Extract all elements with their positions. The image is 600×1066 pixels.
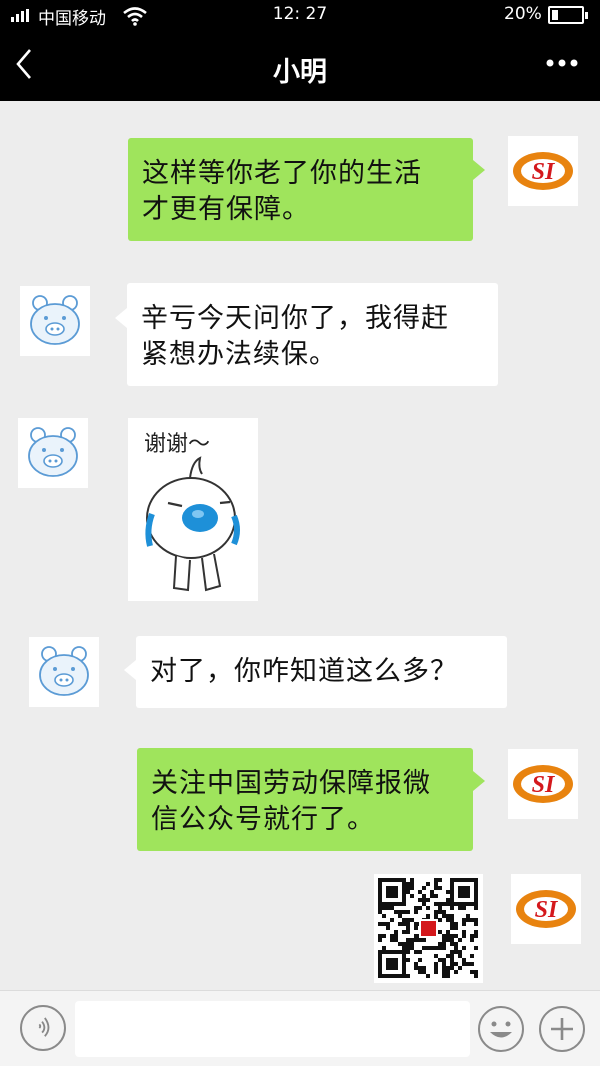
message-line: 这样等你老了你的生活 — [142, 158, 422, 189]
battery-icon — [548, 6, 588, 24]
pig-avatar-icon — [30, 295, 80, 345]
message-bubble[interactable]: 辛亏今天问你了，我得赶 紧想办法续保。 — [127, 283, 498, 386]
svg-text:SI: SI — [532, 772, 556, 798]
message-line: 辛亏今天问你了，我得赶 — [141, 303, 449, 334]
self-avatar[interactable]: SI — [511, 874, 581, 944]
bubble-tail — [124, 660, 136, 680]
self-avatar[interactable]: SI — [508, 136, 578, 206]
more-dots-icon[interactable] — [540, 48, 584, 78]
sticker-message[interactable]: 谢谢～ — [128, 418, 258, 601]
qr-code-icon — [378, 878, 478, 978]
pig-avatar-icon — [28, 427, 78, 477]
message-line: 紧想办法续保。 — [141, 339, 337, 370]
battery-percent: 20% — [504, 4, 542, 24]
message-bubble[interactable]: 这样等你老了你的生活 才更有保障。 — [128, 138, 473, 241]
contact-avatar[interactable] — [29, 637, 99, 707]
si-logo-icon: SI — [516, 890, 576, 928]
message-line: 信公众号就行了。 — [151, 804, 375, 835]
bubble-tail — [115, 308, 127, 328]
message-bubble[interactable]: 关注中国劳动保障报微 信公众号就行了。 — [137, 748, 473, 851]
chat-header: 小明 — [0, 30, 600, 101]
message-bubble[interactable]: 对了，你咋知道这么多？ — [136, 636, 507, 708]
svg-text:SI: SI — [535, 897, 559, 923]
message-line: 关注中国劳动保障报微 — [151, 768, 431, 799]
pig-avatar-icon — [39, 646, 89, 696]
input-bar — [0, 990, 600, 1066]
plus-icon[interactable] — [538, 1005, 586, 1053]
thank-you-sticker-icon — [145, 456, 240, 592]
message-input[interactable] — [75, 1001, 470, 1057]
chat-title: 小明 — [273, 57, 327, 88]
bubble-tail — [473, 771, 485, 791]
contact-avatar[interactable] — [18, 418, 88, 488]
bubble-tail — [473, 160, 485, 180]
emoji-icon[interactable] — [477, 1005, 525, 1053]
qr-code-image[interactable] — [374, 874, 483, 983]
voice-icon[interactable] — [20, 1005, 66, 1051]
contact-avatar[interactable] — [20, 286, 90, 356]
self-avatar[interactable]: SI — [508, 749, 578, 819]
svg-text:SI: SI — [532, 159, 556, 185]
message-line: 才更有保障。 — [142, 194, 310, 225]
status-bar: 中国移动 12: 27 20% — [0, 0, 600, 30]
message-line: 对了，你咋知道这么多？ — [150, 656, 458, 687]
si-logo-icon: SI — [513, 152, 573, 190]
si-logo-icon: SI — [513, 765, 573, 803]
